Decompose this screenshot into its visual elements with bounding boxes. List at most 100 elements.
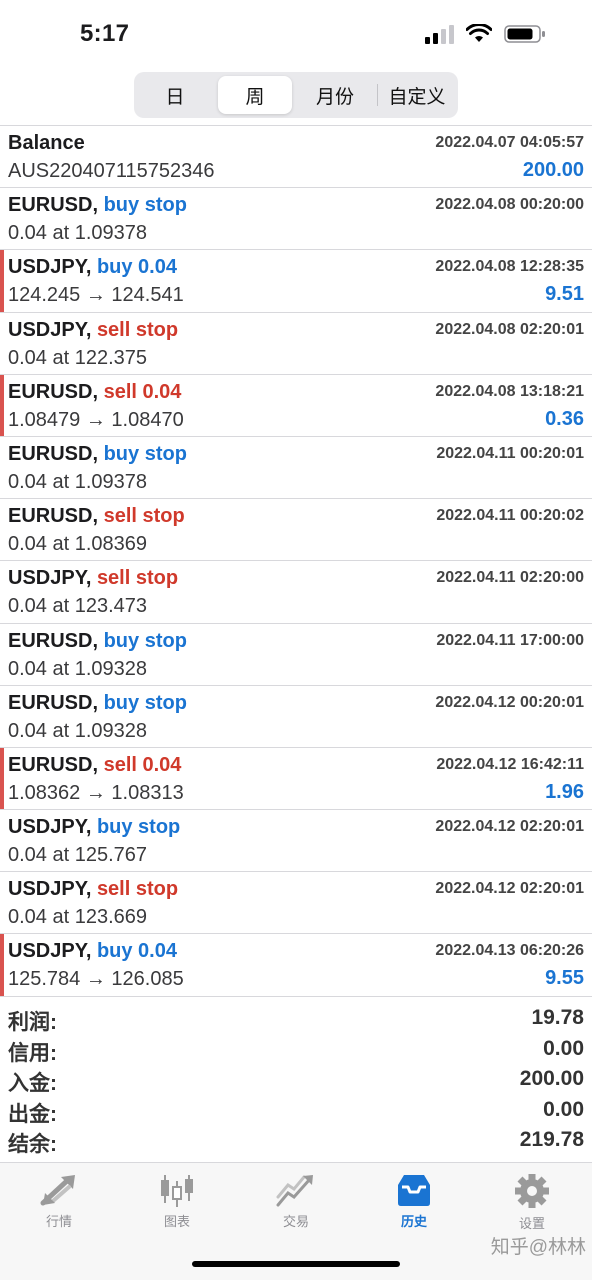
summary-value: 219.78: [519, 1128, 584, 1151]
home-indicator[interactable]: [192, 1261, 400, 1267]
row-detail: 0.04 at 123.669: [8, 906, 148, 929]
summary-value: 0.00: [543, 1097, 584, 1121]
row-title: EURUSD, buy stop: [8, 443, 187, 466]
row-symbol: Balance: [8, 132, 85, 154]
row-symbol: EURUSD,: [8, 505, 99, 528]
history-row[interactable]: EURUSD, buy stop 0.04 at 1.09328 2022.04.1…: [0, 686, 592, 748]
row-title: EURUSD, sell 0.04: [8, 754, 181, 777]
row-detail: 0.04 at 122.375: [8, 346, 148, 369]
tab-trade[interactable]: 交易: [256, 1173, 336, 1237]
tab-charts[interactable]: 图表: [137, 1173, 217, 1237]
row-action: buy stop: [103, 442, 187, 465]
history-row[interactable]: EURUSD, sell 0.04 1.08479 → 1.08470 2022.0…: [0, 374, 592, 437]
row-detail: 0.04 at 1.09328: [8, 657, 148, 680]
trade-trend-icon: [276, 1175, 313, 1207]
row-action: buy stop: [96, 816, 181, 839]
row-symbol: EURUSD,: [8, 442, 99, 465]
row-symbol: USDJPY,: [8, 940, 92, 963]
history-row[interactable]: USDJPY, sell stop 0.04 at 123.669 2022.04.…: [0, 872, 592, 935]
row-action: buy 0.04: [96, 256, 177, 279]
tab-custom[interactable]: 自定义: [380, 76, 454, 114]
row-symbol: USDJPY,: [8, 256, 92, 279]
row-amount: 0.36: [545, 407, 584, 430]
history-row[interactable]: EURUSD, buy stop 0.04 at 1.09328 2022.04.1…: [0, 624, 592, 686]
row-time: 2022.04.12 16:42:11: [436, 755, 584, 773]
watermark: 知乎@林林: [490, 1237, 586, 1258]
row-title: USDJPY, sell stop: [8, 567, 178, 590]
row-action: buy stop: [103, 194, 187, 217]
row-action: sell 0.04: [103, 380, 182, 403]
row-title: USDJPY, sell stop: [8, 878, 178, 901]
row-title: EURUSD, sell 0.04: [8, 381, 181, 404]
row-symbol: USDJPY,: [8, 318, 92, 341]
row-time: 2022.04.08 00:20:00: [435, 196, 584, 214]
row-title: USDJPY, sell stop: [8, 319, 178, 342]
row-time: 2022.04.12 02:20:01: [435, 818, 584, 836]
history-row[interactable]: EURUSD, buy stop 0.04 at 1.09378 2022.04.0…: [0, 188, 592, 251]
quotes-arrows-icon: [40, 1175, 75, 1206]
row-detail: 0.04 at 125.767: [8, 844, 148, 867]
row-action: sell stop: [96, 318, 179, 341]
tab-week[interactable]: 周: [218, 76, 292, 114]
status-time: 5:17: [80, 20, 130, 47]
row-time: 2022.04.08 13:18:21: [435, 382, 584, 400]
row-symbol: EURUSD,: [8, 380, 99, 403]
row-symbol: EURUSD,: [8, 629, 99, 652]
row-time: 2022.04.11 02:20:00: [436, 569, 584, 587]
summary-row-credit: 信用: 0.00: [0, 1035, 592, 1066]
status-icons: [425, 24, 546, 44]
row-detail: 0.04 at 1.08369: [8, 533, 148, 556]
row-amount: 9.55: [545, 967, 584, 990]
row-time: 2022.04.11 00:20:02: [436, 507, 584, 525]
tab-day[interactable]: 日: [138, 76, 212, 114]
row-action: sell stop: [96, 878, 179, 901]
tab-history[interactable]: 历史: [374, 1173, 454, 1237]
row-action: sell stop: [103, 505, 185, 528]
row-title: Balance: [8, 132, 85, 155]
summary-value: 19.78: [531, 1006, 584, 1029]
history-row[interactable]: USDJPY, buy 0.04 125.784 → 126.085 2022.04…: [0, 934, 592, 997]
tab-settings[interactable]: 设置: [492, 1173, 572, 1237]
summary-row-profit: 利润: 19.78: [0, 1004, 592, 1035]
row-detail: 0.04 at 1.09378: [8, 222, 148, 245]
cellular-signal-icon: [425, 24, 454, 44]
summary-label: 信用:: [8, 1041, 57, 1065]
summary-label: 结余:: [8, 1133, 57, 1156]
tab-quotes[interactable]: 行情: [19, 1173, 99, 1237]
row-time: 2022.04.12 00:20:01: [435, 693, 584, 711]
row-detail: 0.04 at 1.09328: [8, 719, 148, 742]
history-row[interactable]: USDJPY, buy 0.04 124.245 → 124.541 2022.04…: [0, 250, 592, 313]
row-action: buy stop: [103, 691, 187, 714]
tab-month[interactable]: 月份: [298, 76, 372, 114]
history-row[interactable]: EURUSD, sell stop 0.04 at 1.08369 2022.04.…: [0, 499, 592, 562]
row-action: sell 0.04: [103, 753, 182, 776]
history-row[interactable]: EURUSD, sell 0.04 1.08362 → 1.08313 2022.0…: [0, 747, 592, 811]
row-time: 2022.04.08 12:28:35: [435, 258, 584, 276]
row-symbol: USDJPY,: [8, 878, 92, 901]
summary-panel: 利润: 19.78 信用: 0.00 入金: 200.00 出金: 0.00 结…: [0, 1004, 592, 1157]
row-title: USDJPY, buy 0.04: [8, 256, 177, 279]
row-symbol: USDJPY,: [8, 816, 92, 839]
row-detail: 1.08479 → 1.08470: [8, 408, 184, 431]
row-time: 2022.04.08 02:20:01: [435, 320, 584, 338]
segment-divider: [377, 84, 378, 106]
history-row[interactable]: USDJPY, buy stop 0.04 at 125.767 2022.04.1…: [0, 810, 592, 873]
row-title: EURUSD, buy stop: [8, 630, 187, 653]
battery-icon: [504, 25, 545, 43]
history-row[interactable]: USDJPY, sell stop 0.04 at 123.473 2022.04.…: [0, 561, 592, 624]
row-title: USDJPY, buy 0.04: [8, 940, 177, 963]
row-detail: 125.784 → 126.085: [8, 968, 184, 991]
gear-icon: [515, 1174, 549, 1208]
balance-row[interactable]: Balance AUS220407115752346 2022.04.07 04:0…: [0, 126, 592, 189]
history-list: Balance AUS220407115752346 2022.04.07 04:0…: [0, 125, 592, 997]
history-row[interactable]: USDJPY, sell stop 0.04 at 122.375 2022.04.…: [0, 313, 592, 375]
row-time: 2022.04.11 00:20:01: [436, 444, 584, 462]
row-symbol: EURUSD,: [8, 194, 99, 217]
history-inbox-icon: [398, 1175, 430, 1206]
row-symbol: USDJPY,: [8, 567, 92, 590]
row-amount: 200.00: [522, 159, 584, 181]
row-time: 2022.04.12 02:20:01: [435, 880, 584, 898]
history-row[interactable]: EURUSD, buy stop 0.04 at 1.09378 2022.04.1…: [0, 437, 592, 500]
row-detail: 0.04 at 1.09378: [8, 470, 148, 493]
row-amount: 9.51: [545, 283, 584, 306]
